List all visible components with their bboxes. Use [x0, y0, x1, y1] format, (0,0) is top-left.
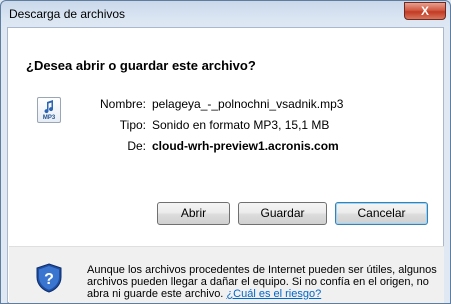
cancel-button[interactable]: Cancelar	[335, 202, 428, 225]
security-warning: Aunque los archivos procedentes de Inter…	[87, 264, 445, 300]
security-shield-icon: ?	[36, 263, 62, 296]
title-bar[interactable]: Descarga de archivos X	[1, 1, 450, 27]
source-label: De:	[127, 139, 146, 153]
type-row: Tipo: Sonido en formato MP3, 15,1 MB	[8, 118, 445, 134]
close-button[interactable]: X	[404, 2, 446, 20]
download-dialog-window: Descarga de archivos X ¿Desea abrir o gu…	[0, 0, 451, 304]
source-row: De: cloud-wrh-preview1.acronis.com	[8, 139, 445, 155]
dialog-body: ¿Desea abrir o guardar este archivo? MP3…	[7, 27, 444, 303]
name-row: Nombre: pelageya_-_polnochni_vsadnik.mp3	[8, 97, 445, 113]
file-name-value: pelageya_-_polnochni_vsadnik.mp3	[152, 97, 344, 111]
name-label: Nombre:	[99, 97, 146, 111]
window-title: Descarga de archivos	[9, 7, 126, 21]
save-button[interactable]: Guardar	[238, 202, 327, 225]
type-label: Tipo:	[119, 118, 146, 132]
file-type-value: Sonido en formato MP3, 15,1 MB	[152, 118, 330, 132]
risk-link[interactable]: ¿Cuál es el riesgo?	[226, 288, 321, 300]
source-host-value: cloud-wrh-preview1.acronis.com	[152, 139, 339, 153]
dialog-question: ¿Desea abrir o guardar este archivo?	[26, 58, 256, 73]
svg-text:?: ?	[44, 271, 54, 288]
open-button[interactable]: Abrir	[157, 202, 230, 225]
